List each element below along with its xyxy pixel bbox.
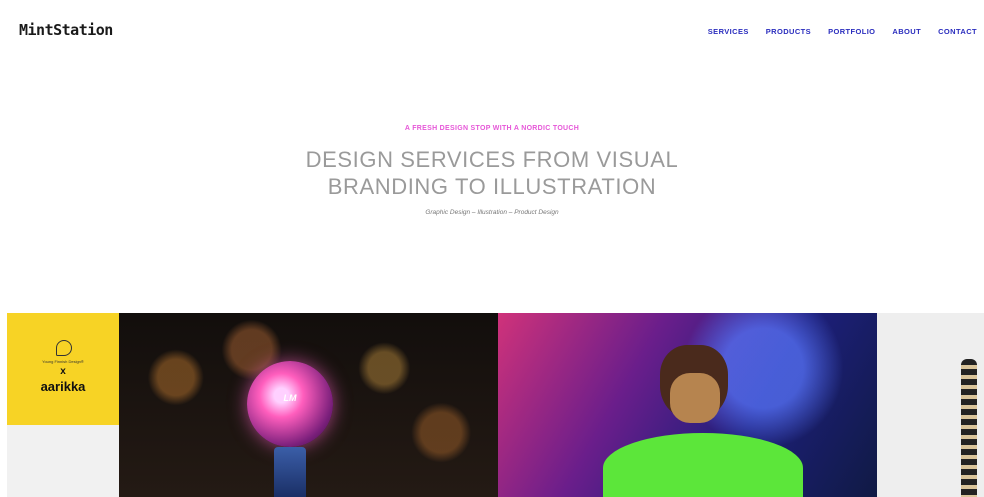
globe-logo-text: LM	[283, 393, 297, 403]
portfolio-tile-globe[interactable]: LM	[119, 313, 498, 497]
portfolio-tile-aarikka[interactable]: Young Finnish Design® x aarikka	[7, 313, 119, 497]
performer-green-jacket	[603, 433, 803, 497]
collab-x: x	[60, 366, 66, 377]
performer-face	[670, 373, 720, 423]
aarikka-brand: aarikka	[40, 379, 86, 394]
portfolio-gallery: Young Finnish Design® x aarikka LM	[0, 313, 984, 497]
grey-background	[7, 425, 119, 497]
portfolio-tile-product[interactable]	[877, 313, 984, 497]
hero-headline-line2: BRANDING TO ILLUSTRATION	[327, 174, 657, 199]
site-logo[interactable]: MintStation	[19, 21, 113, 39]
young-finnish-design-text: Young Finnish Design®	[42, 359, 84, 364]
nav-contact[interactable]: CONTACT	[938, 27, 977, 36]
hero-headline: DESIGN SERVICES FROM VISUAL BRANDING TO …	[0, 146, 984, 200]
nav-products[interactable]: PRODUCTS	[766, 27, 811, 36]
patterned-product-tube	[961, 359, 977, 497]
hero-headline-line1: DESIGN SERVICES FROM VISUAL	[305, 147, 679, 172]
glowing-globe-image	[247, 361, 333, 447]
globe-stand	[274, 447, 306, 497]
hero-kicker: A FRESH DESIGN STOP WITH A NORDIC TOUCH	[404, 125, 580, 132]
nav-about[interactable]: ABOUT	[892, 27, 921, 36]
nav-portfolio[interactable]: PORTFOLIO	[828, 27, 875, 36]
nav-services[interactable]: SERVICES	[708, 27, 749, 36]
portfolio-tile-performer[interactable]	[498, 313, 877, 497]
hero-subline: Graphic Design – Illustration – Product …	[425, 209, 559, 216]
main-nav: SERVICES PRODUCTS PORTFOLIO ABOUT CONTAC…	[708, 27, 977, 36]
young-finnish-design-logo-icon	[56, 340, 72, 356]
